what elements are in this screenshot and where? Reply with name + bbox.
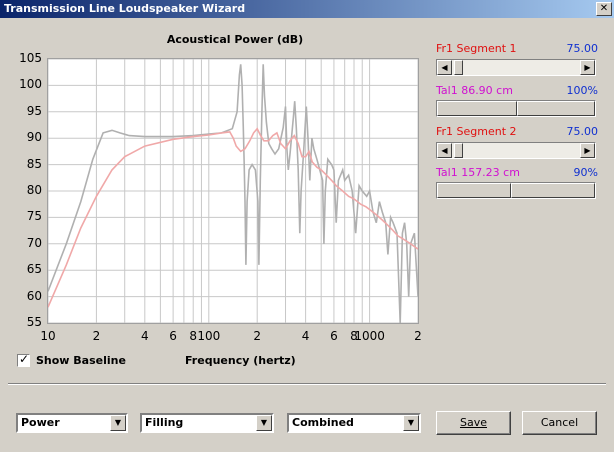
y-tick-label: 90 bbox=[26, 130, 42, 145]
x-tick-label: 6 bbox=[169, 329, 177, 343]
tal1b-value: 90% bbox=[573, 166, 598, 179]
x-tick-label: 4 bbox=[140, 329, 149, 343]
cancel-button[interactable]: Cancel bbox=[522, 411, 597, 435]
chevron-down-icon[interactable]: ▼ bbox=[256, 415, 272, 431]
checkbox-box[interactable] bbox=[17, 352, 30, 367]
save-label: Save bbox=[459, 416, 487, 429]
arrow-right-icon[interactable]: ▶ bbox=[580, 143, 595, 158]
slider-track-left[interactable] bbox=[437, 101, 517, 116]
tal1b-slider[interactable] bbox=[436, 182, 596, 199]
y-tick-label: 80 bbox=[26, 183, 42, 197]
slider-track-right[interactable] bbox=[517, 101, 595, 116]
chevron-down-icon[interactable]: ▼ bbox=[403, 415, 419, 431]
segment1-label: Fr1 Segment 1 bbox=[436, 42, 517, 55]
x-tick-label: 100 bbox=[197, 329, 221, 343]
segment1-value: 75.00 bbox=[566, 42, 599, 55]
x-tick-label: 2 bbox=[253, 329, 262, 343]
filling-dropdown[interactable]: Filling ▼ bbox=[140, 413, 274, 433]
x-tick-label: 8 bbox=[189, 329, 198, 343]
tal1a-label: Tal1 86.90 cm bbox=[436, 84, 513, 97]
segment1-slider[interactable]: ◀ ▶ bbox=[436, 59, 596, 76]
y-tick-label: 55 bbox=[26, 315, 42, 329]
x-axis-label: Frequency (hertz) bbox=[185, 354, 296, 367]
y-tick-label: 100 bbox=[19, 77, 42, 92]
tal1b-label: Tal1 157.23 cm bbox=[436, 166, 520, 179]
mode-dropdown-value: Power bbox=[21, 416, 60, 429]
y-tick-label: 60 bbox=[26, 288, 42, 303]
window-title: Transmission Line Loudspeaker Wizard bbox=[4, 2, 246, 15]
chevron-down-icon[interactable]: ▼ bbox=[110, 415, 126, 431]
y-tick-label: 95 bbox=[26, 103, 42, 118]
power-chart bbox=[48, 59, 418, 323]
slider-thumb[interactable] bbox=[454, 143, 463, 158]
segment2-value: 75.00 bbox=[566, 125, 599, 138]
arrow-right-icon[interactable]: ▶ bbox=[580, 60, 595, 75]
show-baseline-checkbox[interactable]: Show Baseline bbox=[17, 352, 126, 367]
close-icon[interactable]: ✕ bbox=[596, 2, 612, 16]
tal1a-row: Tal1 86.90 cm 100% bbox=[436, 84, 598, 98]
x-tick-label: 1000 bbox=[354, 329, 385, 343]
tal1b-row: Tal1 157.23 cm 90% bbox=[436, 166, 598, 180]
wizard-window: Transmission Line Loudspeaker Wizard ✕ A… bbox=[0, 0, 614, 452]
tal1a-slider[interactable] bbox=[436, 100, 596, 117]
y-tick-label: 85 bbox=[26, 156, 42, 171]
tal1a-value: 100% bbox=[566, 84, 598, 97]
combined-dropdown-value: Combined bbox=[292, 416, 354, 429]
x-tick-label: 2 bbox=[92, 329, 101, 343]
y-tick-label: 75 bbox=[26, 209, 42, 224]
y-tick-label: 70 bbox=[26, 235, 42, 250]
save-button[interactable]: Save bbox=[436, 411, 511, 435]
segment1-row: Fr1 Segment 1 75.00 bbox=[436, 42, 598, 56]
slider-track-right[interactable] bbox=[511, 183, 595, 198]
chart-title: Acoustical Power (dB) bbox=[166, 33, 304, 46]
checkbox-label: Show Baseline bbox=[36, 354, 126, 367]
filling-dropdown-value: Filling bbox=[145, 416, 184, 429]
y-tick-label: 65 bbox=[26, 262, 42, 277]
combined-dropdown[interactable]: Combined ▼ bbox=[287, 413, 421, 433]
y-tick-label: 105 bbox=[19, 51, 42, 65]
mode-dropdown[interactable]: Power ▼ bbox=[16, 413, 128, 433]
x-tick-label: 6 bbox=[330, 329, 338, 343]
slider-track-left[interactable] bbox=[437, 183, 511, 198]
slider-thumb[interactable] bbox=[454, 60, 463, 75]
x-tick-label: 4 bbox=[301, 329, 310, 343]
x-tick-label: 10 bbox=[40, 329, 56, 343]
title-bar: Transmission Line Loudspeaker Wizard ✕ bbox=[0, 0, 614, 18]
plot-area bbox=[47, 58, 419, 324]
segment2-label: Fr1 Segment 2 bbox=[436, 125, 517, 138]
separator bbox=[8, 383, 606, 385]
arrow-left-icon[interactable]: ◀ bbox=[437, 143, 452, 158]
segment2-slider[interactable]: ◀ ▶ bbox=[436, 142, 596, 159]
x-tick-label: 2 bbox=[414, 329, 422, 343]
arrow-left-icon[interactable]: ◀ bbox=[437, 60, 452, 75]
segment2-row: Fr1 Segment 2 75.00 bbox=[436, 125, 598, 139]
